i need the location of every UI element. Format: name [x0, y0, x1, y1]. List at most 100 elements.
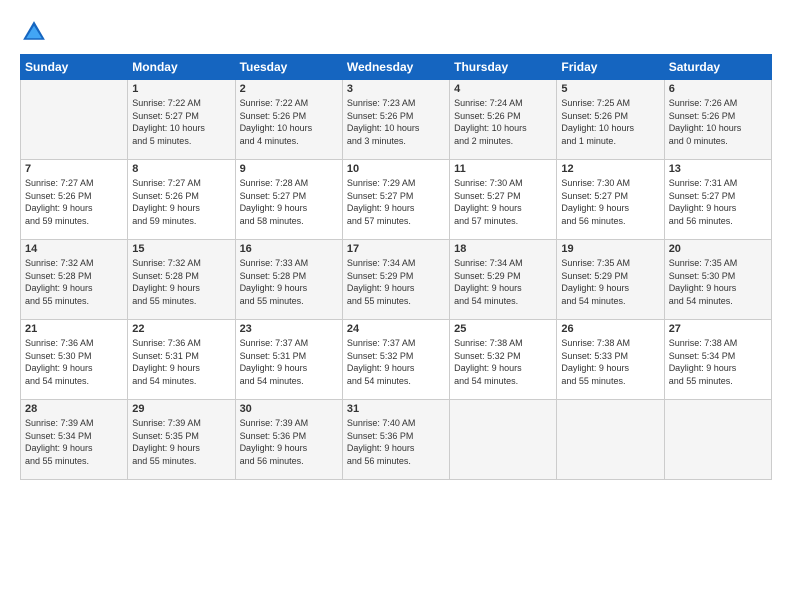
- day-number: 7: [25, 163, 123, 175]
- day-number: 24: [347, 323, 445, 335]
- cell-content: Sunrise: 7:27 AM Sunset: 5:26 PM Dayligh…: [25, 177, 123, 227]
- cell-content: Sunrise: 7:37 AM Sunset: 5:32 PM Dayligh…: [347, 337, 445, 387]
- day-number: 23: [240, 323, 338, 335]
- col-header-tuesday: Tuesday: [235, 55, 342, 80]
- day-number: 4: [454, 83, 552, 95]
- cell-5-5: [450, 400, 557, 480]
- cell-3-7: 20 Sunrise: 7:35 AM Sunset: 5:30 PM Dayli…: [664, 240, 771, 320]
- logo-icon: [20, 18, 48, 46]
- col-header-sunday: Sunday: [21, 55, 128, 80]
- cell-content: Sunrise: 7:38 AM Sunset: 5:33 PM Dayligh…: [561, 337, 659, 387]
- cell-3-6: 19 Sunrise: 7:35 AM Sunset: 5:29 PM Dayli…: [557, 240, 664, 320]
- header-row: SundayMondayTuesdayWednesdayThursdayFrid…: [21, 55, 772, 80]
- cell-1-3: 2 Sunrise: 7:22 AM Sunset: 5:26 PM Daylig…: [235, 80, 342, 160]
- cell-content: Sunrise: 7:39 AM Sunset: 5:34 PM Dayligh…: [25, 417, 123, 467]
- cell-4-7: 27 Sunrise: 7:38 AM Sunset: 5:34 PM Dayli…: [664, 320, 771, 400]
- cell-1-7: 6 Sunrise: 7:26 AM Sunset: 5:26 PM Daylig…: [664, 80, 771, 160]
- cell-content: Sunrise: 7:38 AM Sunset: 5:32 PM Dayligh…: [454, 337, 552, 387]
- day-number: 27: [669, 323, 767, 335]
- cell-3-2: 15Sunrise: 7:32 AM Sunset: 5:28 PM Dayli…: [128, 240, 235, 320]
- cell-content: Sunrise: 7:40 AM Sunset: 5:36 PM Dayligh…: [347, 417, 445, 467]
- cell-content: Sunrise: 7:34 AM Sunset: 5:29 PM Dayligh…: [347, 257, 445, 307]
- cell-2-3: 9 Sunrise: 7:28 AM Sunset: 5:27 PM Daylig…: [235, 160, 342, 240]
- day-number: 10: [347, 163, 445, 175]
- cell-content: Sunrise: 7:30 AM Sunset: 5:27 PM Dayligh…: [561, 177, 659, 227]
- day-number: 22: [132, 323, 230, 335]
- day-number: 31: [347, 403, 445, 415]
- day-number: 11: [454, 163, 552, 175]
- cell-1-2: 1 Sunrise: 7:22 AM Sunset: 5:27 PM Daylig…: [128, 80, 235, 160]
- day-number: 12: [561, 163, 659, 175]
- cell-content: Sunrise: 7:23 AM Sunset: 5:26 PM Dayligh…: [347, 97, 445, 147]
- cell-2-5: 11 Sunrise: 7:30 AM Sunset: 5:27 PM Dayli…: [450, 160, 557, 240]
- week-row-5: 28 Sunrise: 7:39 AM Sunset: 5:34 PM Dayli…: [21, 400, 772, 480]
- cell-4-6: 26 Sunrise: 7:38 AM Sunset: 5:33 PM Dayli…: [557, 320, 664, 400]
- day-number: 9: [240, 163, 338, 175]
- cell-content: Sunrise: 7:22 AM Sunset: 5:26 PM Dayligh…: [240, 97, 338, 147]
- cell-3-4: 17Sunrise: 7:34 AM Sunset: 5:29 PM Dayli…: [342, 240, 449, 320]
- day-number: 2: [240, 83, 338, 95]
- cell-content: Sunrise: 7:34 AM Sunset: 5:29 PM Dayligh…: [454, 257, 552, 307]
- cell-5-6: [557, 400, 664, 480]
- day-number: 14: [25, 243, 123, 255]
- cell-4-2: 22 Sunrise: 7:36 AM Sunset: 5:31 PM Dayli…: [128, 320, 235, 400]
- cell-content: Sunrise: 7:32 AM Sunset: 5:28 PM Dayligh…: [25, 257, 123, 307]
- day-number: 3: [347, 83, 445, 95]
- day-number: 1: [132, 83, 230, 95]
- day-number: 5: [561, 83, 659, 95]
- col-header-saturday: Saturday: [664, 55, 771, 80]
- page: SundayMondayTuesdayWednesdayThursdayFrid…: [0, 0, 792, 612]
- header: [20, 18, 772, 46]
- day-number: 18: [454, 243, 552, 255]
- cell-5-4: 31 Sunrise: 7:40 AM Sunset: 5:36 PM Dayli…: [342, 400, 449, 480]
- cell-content: Sunrise: 7:32 AM Sunset: 5:28 PM Dayligh…: [132, 257, 230, 307]
- cell-1-1: [21, 80, 128, 160]
- day-number: 19: [561, 243, 659, 255]
- cell-3-1: 14 Sunrise: 7:32 AM Sunset: 5:28 PM Dayli…: [21, 240, 128, 320]
- cell-4-3: 23 Sunrise: 7:37 AM Sunset: 5:31 PM Dayli…: [235, 320, 342, 400]
- week-row-3: 14 Sunrise: 7:32 AM Sunset: 5:28 PM Dayli…: [21, 240, 772, 320]
- cell-3-5: 18 Sunrise: 7:34 AM Sunset: 5:29 PM Dayli…: [450, 240, 557, 320]
- day-number: 20: [669, 243, 767, 255]
- cell-content: Sunrise: 7:27 AM Sunset: 5:26 PM Dayligh…: [132, 177, 230, 227]
- cell-content: Sunrise: 7:33 AM Sunset: 5:28 PM Dayligh…: [240, 257, 338, 307]
- cell-2-2: 8Sunrise: 7:27 AM Sunset: 5:26 PM Daylig…: [128, 160, 235, 240]
- cell-content: Sunrise: 7:35 AM Sunset: 5:30 PM Dayligh…: [669, 257, 767, 307]
- cell-content: Sunrise: 7:25 AM Sunset: 5:26 PM Dayligh…: [561, 97, 659, 147]
- col-header-friday: Friday: [557, 55, 664, 80]
- cell-content: Sunrise: 7:31 AM Sunset: 5:27 PM Dayligh…: [669, 177, 767, 227]
- week-row-2: 7 Sunrise: 7:27 AM Sunset: 5:26 PM Daylig…: [21, 160, 772, 240]
- cell-content: Sunrise: 7:29 AM Sunset: 5:27 PM Dayligh…: [347, 177, 445, 227]
- cell-4-4: 24 Sunrise: 7:37 AM Sunset: 5:32 PM Dayli…: [342, 320, 449, 400]
- cell-1-6: 5 Sunrise: 7:25 AM Sunset: 5:26 PM Daylig…: [557, 80, 664, 160]
- cell-content: Sunrise: 7:39 AM Sunset: 5:36 PM Dayligh…: [240, 417, 338, 467]
- cell-5-1: 28 Sunrise: 7:39 AM Sunset: 5:34 PM Dayli…: [21, 400, 128, 480]
- col-header-thursday: Thursday: [450, 55, 557, 80]
- cell-content: Sunrise: 7:22 AM Sunset: 5:27 PM Dayligh…: [132, 97, 230, 147]
- col-header-wednesday: Wednesday: [342, 55, 449, 80]
- cell-content: Sunrise: 7:37 AM Sunset: 5:31 PM Dayligh…: [240, 337, 338, 387]
- logo: [20, 18, 52, 46]
- day-number: 25: [454, 323, 552, 335]
- cell-2-4: 10 Sunrise: 7:29 AM Sunset: 5:27 PM Dayli…: [342, 160, 449, 240]
- cell-content: Sunrise: 7:36 AM Sunset: 5:30 PM Dayligh…: [25, 337, 123, 387]
- day-number: 6: [669, 83, 767, 95]
- day-number: 28: [25, 403, 123, 415]
- calendar-table: SundayMondayTuesdayWednesdayThursdayFrid…: [20, 54, 772, 480]
- cell-content: Sunrise: 7:36 AM Sunset: 5:31 PM Dayligh…: [132, 337, 230, 387]
- cell-5-3: 30 Sunrise: 7:39 AM Sunset: 5:36 PM Dayli…: [235, 400, 342, 480]
- cell-content: Sunrise: 7:26 AM Sunset: 5:26 PM Dayligh…: [669, 97, 767, 147]
- cell-4-5: 25 Sunrise: 7:38 AM Sunset: 5:32 PM Dayli…: [450, 320, 557, 400]
- day-number: 21: [25, 323, 123, 335]
- day-number: 26: [561, 323, 659, 335]
- cell-content: Sunrise: 7:35 AM Sunset: 5:29 PM Dayligh…: [561, 257, 659, 307]
- cell-3-3: 16Sunrise: 7:33 AM Sunset: 5:28 PM Dayli…: [235, 240, 342, 320]
- week-row-4: 21 Sunrise: 7:36 AM Sunset: 5:30 PM Dayli…: [21, 320, 772, 400]
- cell-4-1: 21 Sunrise: 7:36 AM Sunset: 5:30 PM Dayli…: [21, 320, 128, 400]
- cell-content: Sunrise: 7:38 AM Sunset: 5:34 PM Dayligh…: [669, 337, 767, 387]
- day-number: 30: [240, 403, 338, 415]
- cell-1-4: 3 Sunrise: 7:23 AM Sunset: 5:26 PM Daylig…: [342, 80, 449, 160]
- cell-content: Sunrise: 7:28 AM Sunset: 5:27 PM Dayligh…: [240, 177, 338, 227]
- cell-content: Sunrise: 7:30 AM Sunset: 5:27 PM Dayligh…: [454, 177, 552, 227]
- cell-2-6: 12 Sunrise: 7:30 AM Sunset: 5:27 PM Dayli…: [557, 160, 664, 240]
